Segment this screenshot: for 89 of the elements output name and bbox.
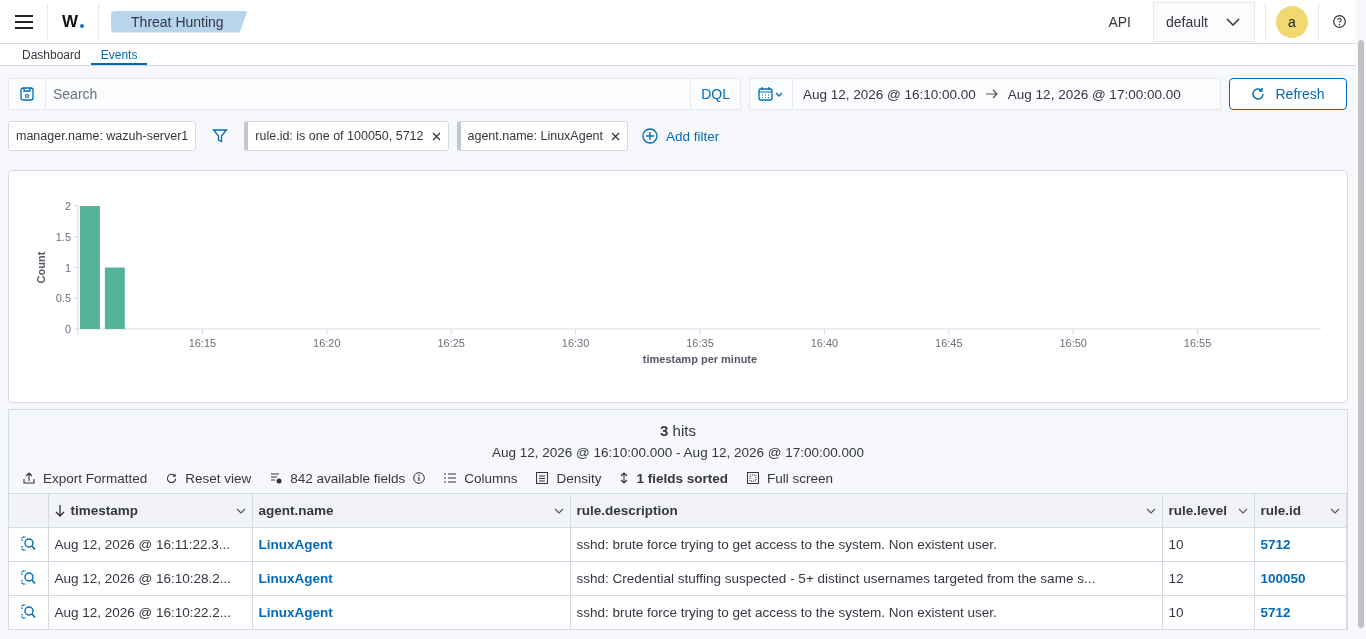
language-button[interactable]: DQL: [690, 79, 740, 109]
filter-pill[interactable]: rule.id: is one of 100050, 5712: [244, 121, 449, 151]
refresh-icon: [1251, 87, 1266, 101]
save-icon: [20, 87, 34, 101]
help-icon[interactable]: [1333, 15, 1346, 28]
refresh-icon: [166, 472, 178, 484]
column-header[interactable]: rule.id: [1254, 493, 1347, 528]
toolbar-button[interactable]: Export Formatted: [23, 470, 148, 486]
column-header[interactable]: rule.level: [1162, 493, 1254, 528]
x-tick-label: 16:25: [437, 337, 465, 349]
scrollbar[interactable]: [1358, 40, 1364, 628]
api-select[interactable]: default: [1152, 1, 1255, 42]
table-cell: sshd: brute force trying to get access to the system. Non existent user.: [570, 595, 1162, 630]
inspect-icon[interactable]: [20, 569, 36, 585]
column-header[interactable]: timestamp: [48, 493, 252, 528]
hits-count: 3 hits: [659, 422, 697, 439]
x-tick-label: 16:50: [1059, 337, 1087, 349]
avatar[interactable]: a: [1276, 5, 1308, 38]
table-cell: 10: [1162, 595, 1254, 630]
table-cell: Aug 12, 2026 @ 16:10:22.2...: [48, 595, 252, 630]
toolbar-button[interactable]: 1 fields sorted: [620, 470, 728, 486]
plus-icon: [642, 128, 659, 144]
refresh-button[interactable]: Refresh: [1229, 78, 1347, 110]
y-tick-label: 1: [64, 261, 71, 274]
chevron-icon: [1226, 17, 1240, 26]
x-tick-label: 16:15: [188, 337, 217, 349]
toolbar-button[interactable]: Reset view: [166, 470, 252, 486]
end-date[interactable]: Aug 12, 2026 @ 17:00:00.00: [1005, 86, 1183, 102]
y-tick-label: 2: [64, 200, 71, 212]
chevron-icon: [1330, 507, 1340, 514]
column-header[interactable]: rule.description: [570, 493, 1162, 528]
y-tick-label: 0: [64, 323, 71, 335]
add-filter-link[interactable]: Add filter: [642, 128, 720, 144]
filter-icon[interactable]: [212, 128, 229, 144]
toolbar-button[interactable]: Density: [536, 470, 602, 486]
toolbar-button[interactable]: 842 available fields: [270, 470, 426, 486]
menu-icon[interactable]: [15, 14, 33, 29]
chevron-icon: [1237, 507, 1248, 514]
close-icon[interactable]: [431, 131, 441, 141]
list-icon: [270, 472, 283, 484]
tab[interactable]: Dashboard: [12, 47, 91, 65]
toolbar-button[interactable]: Columns: [444, 470, 518, 486]
list-icon: [444, 473, 457, 483]
table-cell: 10: [1162, 527, 1254, 562]
table-cell: Aug 12, 2026 @ 16:10:28.2...: [48, 561, 252, 596]
tab[interactable]: Events: [90, 47, 148, 65]
x-tick-label: 16:55: [1183, 337, 1212, 349]
info-icon: [413, 472, 426, 484]
rule-id-link[interactable]: 5712: [1260, 605, 1291, 620]
x-tick-label: 16:45: [935, 337, 963, 349]
x-tick-label: 16:30: [561, 337, 590, 349]
toolbar-button[interactable]: Full screen: [747, 470, 834, 486]
breadcrumb[interactable]: Threat Hunting: [111, 10, 248, 33]
search-field[interactable]: Search: [46, 79, 691, 109]
chevron-icon: [235, 507, 246, 514]
table-cell: sshd: brute force trying to get access to the system. Non existent user.: [570, 527, 1162, 562]
time-range: Aug 12, 2026 @ 16:10:00.000 - Aug 12, 2026 @ 17:00:00.000: [491, 445, 865, 460]
x-tick-label: 16:40: [810, 337, 839, 349]
table-icon: [536, 472, 549, 484]
start-date[interactable]: Aug 12, 2026 @ 16:10:00.00: [801, 86, 978, 102]
filter-pill[interactable]: agent.name: LinuxAgent: [456, 121, 629, 151]
search-bar[interactable]: Search DQL: [8, 78, 741, 110]
y-tick-label: 0.5: [55, 292, 71, 305]
y-axis-title: Count: [35, 251, 47, 284]
chevron-icon: [1145, 507, 1156, 514]
fullscreen-icon: [747, 472, 759, 484]
upload-icon: [23, 472, 35, 484]
x-tick-label: 16:35: [686, 337, 714, 349]
agent-link[interactable]: LinuxAgent: [258, 605, 333, 620]
column-header[interactable]: agent.name: [252, 493, 570, 528]
logo[interactable]: W: [62, 11, 85, 32]
rule-id-link[interactable]: 5712: [1260, 537, 1291, 552]
api-label: API: [1108, 13, 1131, 30]
y-tick-label: 1.5: [55, 230, 71, 243]
close-icon[interactable]: [611, 131, 621, 141]
agent-link[interactable]: LinuxAgent: [258, 571, 333, 586]
table-cell: Aug 12, 2026 @ 16:11:22.3...: [48, 527, 252, 562]
table-cell: sshd: Credential stuffing suspected - 5+ distinct usernames targeted from the same s...: [570, 561, 1162, 596]
x-tick-label: 16:20: [313, 337, 341, 349]
filter-pill[interactable]: manager.name: wazuh-server1: [8, 121, 197, 151]
inspect-icon[interactable]: [20, 535, 36, 551]
x-axis-title: timestamp per minute: [642, 353, 758, 365]
chevron-icon: [553, 507, 564, 514]
sort-icon: [620, 472, 629, 484]
inspect-icon[interactable]: [20, 603, 36, 619]
agent-link[interactable]: LinuxAgent: [258, 537, 333, 552]
table-cell: 12: [1162, 561, 1254, 596]
calendar-icon: [758, 87, 784, 101]
arrow-icon: [985, 89, 998, 99]
